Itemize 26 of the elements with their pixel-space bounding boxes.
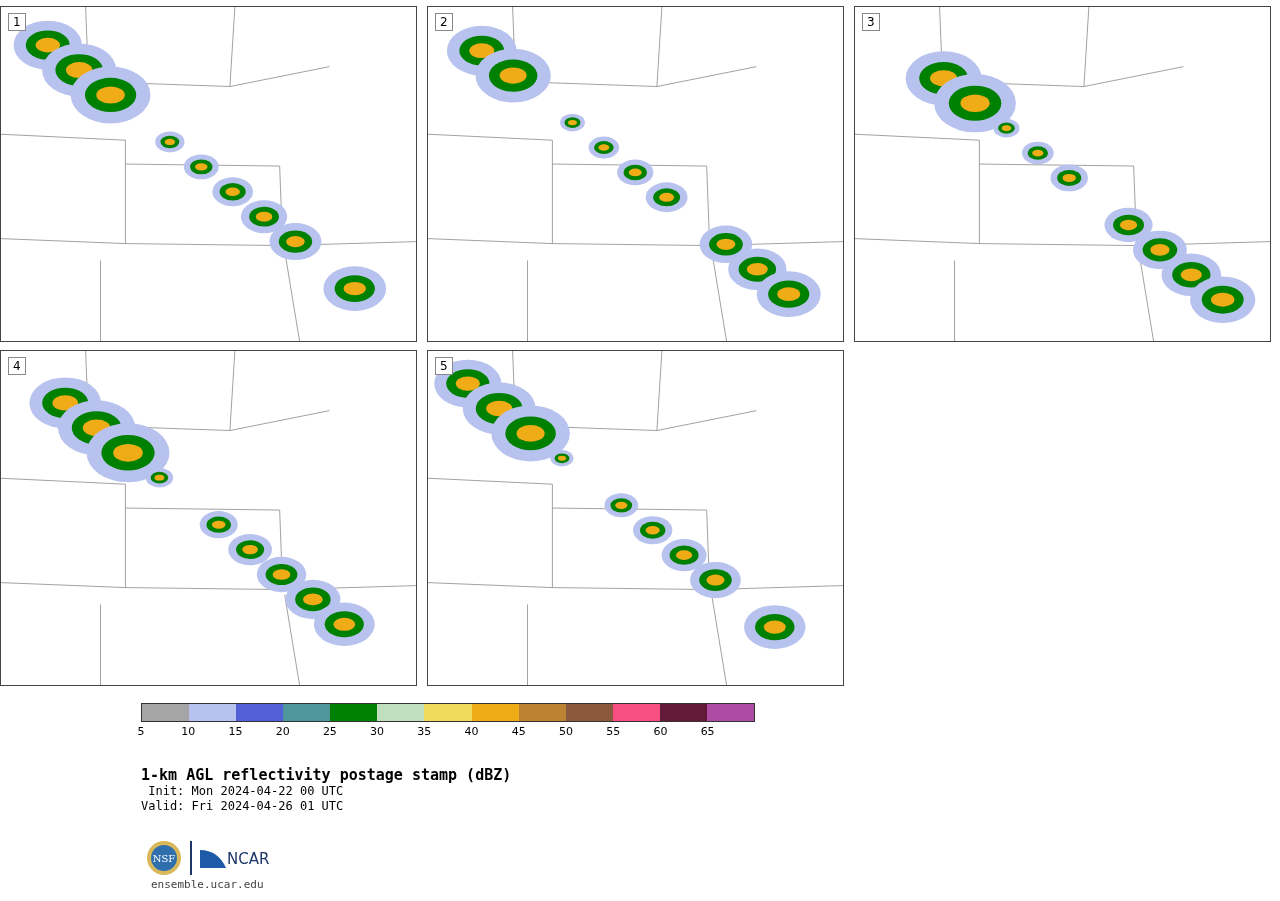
tick-label: 50 (558, 725, 573, 738)
site-url: ensemble.ucar.edu (151, 878, 265, 891)
tick-label: 65 (700, 725, 715, 738)
tick-label: 5 (137, 725, 145, 738)
seal-logo: NSF (146, 840, 182, 876)
valid-time: Valid: Fri 2024-04-26 01 UTC (141, 799, 345, 814)
panel-number: 1 (8, 13, 26, 31)
tick-label: 20 (275, 725, 290, 738)
chart-title: 1-km AGL reflectivity postage stamp (dBZ) (141, 766, 513, 784)
panel-number: 3 (862, 13, 880, 31)
tick-label: 40 (464, 725, 479, 738)
logo-text: NCAR (227, 850, 270, 868)
tick-label: 10 (181, 725, 196, 738)
swoosh-icon (200, 848, 226, 868)
panel-number: 5 (435, 357, 453, 375)
tick-label: 25 (322, 725, 337, 738)
tick-label: 45 (511, 725, 526, 738)
init-time: Init: Mon 2024-04-22 00 UTC (147, 784, 345, 799)
divider-line (190, 841, 192, 875)
panel-number: 4 (8, 357, 26, 375)
tick-label: 30 (370, 725, 385, 738)
panel-number: 2 (435, 13, 453, 31)
tick-label: 35 (417, 725, 432, 738)
tick-label: 55 (606, 725, 621, 738)
tick-label: 15 (228, 725, 243, 738)
tick-label: 60 (653, 725, 668, 738)
